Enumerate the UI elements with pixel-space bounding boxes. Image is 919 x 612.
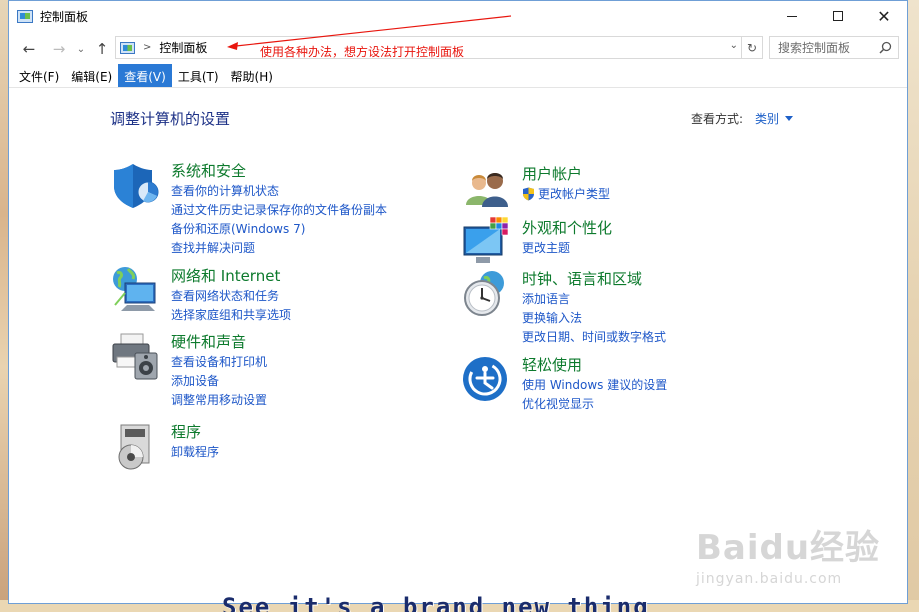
link-file-history-backup[interactable]: 通过文件历史记录保存你的文件备份副本: [171, 200, 387, 219]
menu-edit[interactable]: 编辑(E): [65, 64, 118, 87]
category-title[interactable]: 硬件和声音: [171, 331, 246, 352]
ease-of-access-icon[interactable]: [462, 354, 512, 404]
category-links: 使用 Windows 建议的设置 优化视觉显示: [522, 375, 667, 413]
category-links: 更改帐户类型: [522, 184, 610, 203]
link-change-account-type[interactable]: 更改帐户类型: [522, 184, 610, 203]
category-links: 卸载程序: [171, 442, 219, 461]
control-panel-window: 控制面板 ✕ ← → ⌄ ↑ > 控制面板 ⌄ ↻ 搜索控制面板 文件(F) 编…: [8, 0, 908, 604]
minimize-icon: [787, 15, 797, 17]
annotation-text: 使用各种办法，想方设法打开控制面板: [260, 45, 465, 59]
address-path[interactable]: 控制面板: [159, 39, 207, 56]
link-homegroup-sharing[interactable]: 选择家庭组和共享选项: [171, 305, 291, 324]
category-title[interactable]: 用户帐户: [522, 163, 582, 184]
watermark-brand: Baidu经验: [696, 528, 881, 568]
desktop-background-right: [907, 0, 919, 612]
category-links: 查看设备和打印机 添加设备 调整常用移动设置: [171, 352, 267, 409]
title-bar[interactable]: 控制面板 ✕: [9, 1, 907, 32]
close-button[interactable]: ✕: [861, 1, 907, 31]
menu-bar: 文件(F) 编辑(E) 查看(V) 工具(T) 帮助(H): [9, 64, 907, 88]
arrow-up-icon: ↑: [95, 40, 109, 58]
category-links: 更改主题: [522, 238, 570, 257]
control-panel-icon: [17, 10, 33, 23]
watermark-url: jingyan.baidu.com: [696, 571, 843, 587]
category-links: 查看你的计算机状态 通过文件历史记录保存你的文件备份副本 备份和还原(Windo…: [171, 181, 387, 257]
link-recommended-settings[interactable]: 使用 Windows 建议的设置: [522, 375, 667, 394]
link-network-status[interactable]: 查看网络状态和任务: [171, 286, 291, 305]
link-backup-restore[interactable]: 备份和还原(Windows 7): [171, 219, 387, 238]
page-title: 调整计算机的设置: [110, 110, 231, 128]
menu-tools[interactable]: 工具(T): [172, 64, 225, 87]
link-troubleshoot[interactable]: 查找并解决问题: [171, 238, 387, 257]
maximize-button[interactable]: [815, 1, 861, 31]
monitor-palette-icon[interactable]: [462, 217, 512, 267]
video-subtitle: See it's a brand new thing: [222, 593, 650, 612]
link-change-input-method[interactable]: 更换输入法: [522, 308, 666, 327]
view-by-dropdown[interactable]: 类别: [755, 110, 779, 127]
chevron-down-icon: ⌄: [76, 43, 86, 55]
menu-view[interactable]: 查看(V): [118, 64, 172, 87]
link-add-device[interactable]: 添加设备: [171, 371, 267, 390]
window-title: 控制面板: [40, 10, 89, 24]
search-input[interactable]: 搜索控制面板: [769, 36, 899, 59]
minimize-button[interactable]: [769, 1, 815, 31]
category-links: 查看网络状态和任务 选择家庭组和共享选项: [171, 286, 291, 324]
link-devices-printers[interactable]: 查看设备和打印机: [171, 352, 267, 371]
link-uninstall-program[interactable]: 卸载程序: [171, 442, 219, 461]
link-change-date-time-format[interactable]: 更改日期、时间或数字格式: [522, 327, 666, 346]
category-title[interactable]: 轻松使用: [522, 354, 582, 375]
category-links: 添加语言 更换输入法 更改日期、时间或数字格式: [522, 289, 666, 346]
caret-down-icon[interactable]: [785, 116, 794, 121]
link-view-computer-status[interactable]: 查看你的计算机状态: [171, 181, 387, 200]
arrow-right-icon: →: [52, 40, 66, 58]
back-button[interactable]: ←: [19, 38, 39, 60]
link-optimize-visual-display[interactable]: 优化视觉显示: [522, 394, 667, 413]
link-label[interactable]: 更改帐户类型: [538, 185, 610, 202]
category-title[interactable]: 外观和个性化: [522, 217, 612, 238]
network-globe-icon[interactable]: [111, 265, 161, 315]
recent-locations-button[interactable]: ⌄: [75, 38, 87, 60]
printer-speaker-icon[interactable]: [111, 331, 161, 381]
search-icon: [879, 41, 892, 54]
link-add-language[interactable]: 添加语言: [522, 289, 666, 308]
menu-file[interactable]: 文件(F): [13, 64, 65, 87]
uac-shield-icon: [523, 187, 534, 200]
maximize-icon: [833, 11, 843, 21]
search-placeholder: 搜索控制面板: [778, 41, 851, 55]
control-panel-icon: [120, 41, 135, 54]
refresh-icon: ↻: [746, 40, 758, 55]
refresh-button[interactable]: ↻: [741, 37, 762, 58]
category-title[interactable]: 网络和 Internet: [171, 265, 280, 286]
forward-button[interactable]: →: [49, 38, 69, 60]
chevron-right-icon[interactable]: >: [143, 42, 151, 53]
programs-disc-icon[interactable]: [111, 421, 161, 471]
view-by-label: 查看方式:: [691, 112, 744, 126]
link-mobility-settings[interactable]: 调整常用移动设置: [171, 390, 267, 409]
menu-help[interactable]: 帮助(H): [225, 64, 279, 87]
category-title[interactable]: 系统和安全: [171, 160, 246, 181]
up-button[interactable]: ↑: [93, 38, 111, 60]
arrow-left-icon: ←: [22, 40, 36, 58]
address-history-dropdown-icon[interactable]: ⌄: [730, 40, 738, 51]
security-shield-icon[interactable]: [111, 160, 161, 210]
clock-globe-icon[interactable]: [462, 268, 512, 318]
baidu-watermark: Baidu经验 jingyan.baidu.com: [696, 520, 880, 587]
category-title[interactable]: 程序: [171, 421, 201, 442]
view-by: 查看方式: 类别: [691, 110, 794, 127]
users-people-icon[interactable]: [462, 163, 512, 213]
close-icon: ✕: [877, 6, 891, 26]
link-change-theme[interactable]: 更改主题: [522, 238, 570, 257]
category-title[interactable]: 时钟、语言和区域: [522, 268, 642, 289]
